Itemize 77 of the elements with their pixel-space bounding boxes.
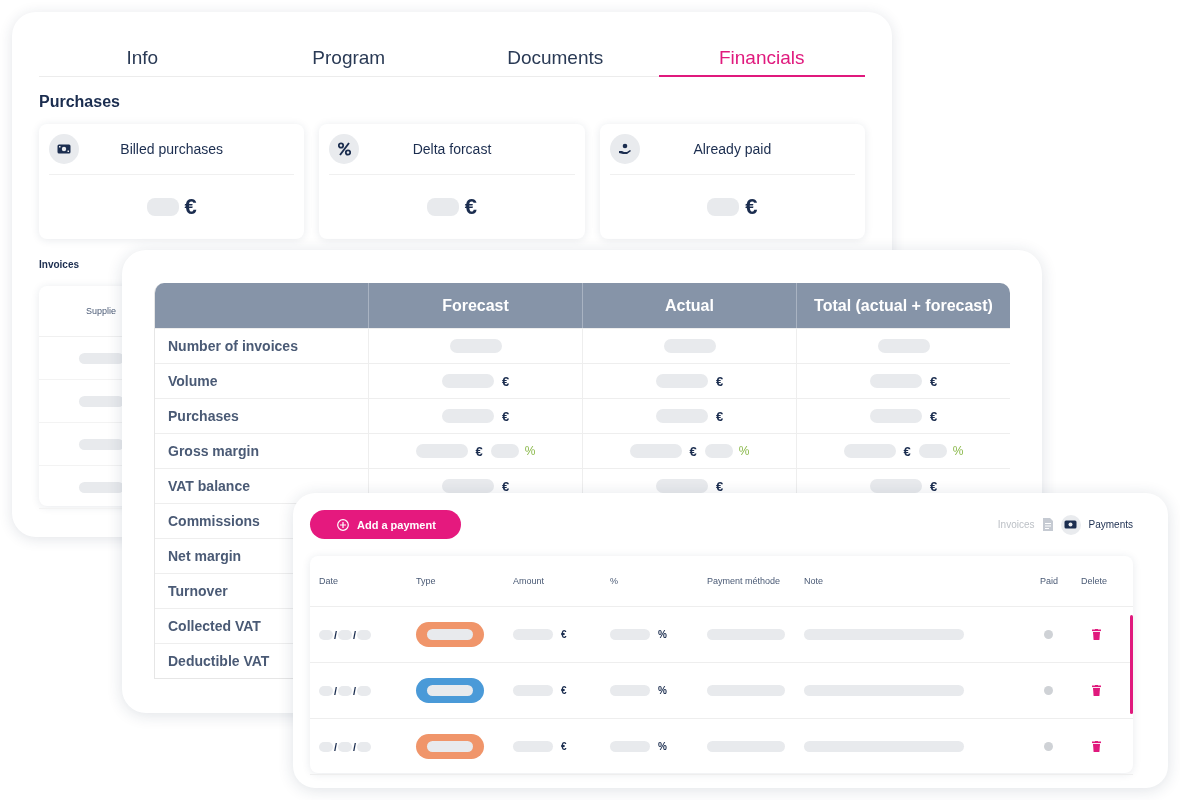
date-separator: /	[353, 740, 357, 753]
percent-sign: %	[738, 444, 750, 458]
row-label: Purchases	[155, 398, 368, 433]
trash-icon[interactable]	[1092, 741, 1101, 752]
placeholder-bar	[79, 438, 124, 450]
currency-symbol: €	[561, 629, 567, 640]
date-separator: /	[353, 628, 357, 641]
column-header: Actual	[582, 283, 796, 328]
currency-symbol: €	[184, 194, 197, 220]
currency-symbol: €	[501, 478, 510, 494]
document-icon	[1042, 518, 1053, 531]
placeholder-bar	[655, 479, 708, 493]
column-header: Forecast	[368, 283, 582, 328]
placeholder-bar	[441, 479, 494, 493]
currency-symbol: €	[689, 443, 697, 459]
stat-title: Billed purchases	[119, 141, 225, 157]
column-header: Paid	[1040, 576, 1058, 586]
placeholder-bar	[79, 395, 124, 407]
placeholder-bar	[79, 352, 124, 364]
percent-sign: %	[952, 444, 964, 458]
stat-title: Delta forcast	[411, 141, 493, 157]
scrollbar[interactable]	[1130, 615, 1133, 714]
status-dot-icon	[1044, 630, 1053, 639]
tab[interactable]: Info	[39, 42, 246, 77]
date-separator: /	[334, 628, 338, 641]
percent-sign: %	[524, 444, 536, 458]
percent-sign: %	[658, 629, 667, 640]
placeholder-bar	[79, 481, 124, 493]
stat-title: Already paid	[692, 141, 773, 157]
date-separator: /	[334, 740, 338, 753]
column-header: Payment méthode	[707, 576, 781, 586]
column-header: Delete	[1081, 576, 1107, 586]
currency-symbol: €	[715, 408, 724, 424]
banknote-icon	[1060, 514, 1081, 535]
percent-sign: %	[658, 741, 667, 752]
column-header: Date	[319, 576, 338, 586]
currency-symbol: €	[929, 478, 938, 494]
currency-symbol: €	[501, 373, 510, 389]
placeholder-bar	[869, 479, 922, 493]
row-label: Volume	[155, 363, 368, 398]
column-header: Amount	[513, 576, 545, 586]
tab[interactable]: Program	[245, 42, 452, 77]
column-header: Type	[416, 576, 436, 586]
currency-symbol: €	[501, 408, 510, 424]
status-dot-icon	[1044, 742, 1053, 751]
tab[interactable]: Documents	[452, 42, 659, 77]
hand-coin-icon	[617, 142, 632, 156]
currency-symbol: €	[929, 373, 938, 389]
currency-symbol: €	[475, 443, 483, 459]
date-separator: /	[334, 684, 338, 697]
date-separator: /	[353, 684, 357, 697]
tab[interactable]: Financials	[658, 42, 865, 77]
percent-sign: %	[658, 685, 667, 696]
column-header: %	[610, 576, 618, 586]
currency-symbol: €	[715, 478, 724, 494]
row-label: Gross margin	[155, 433, 368, 468]
trash-icon[interactable]	[1092, 629, 1101, 640]
section-title: Purchases	[39, 93, 121, 111]
column-header: Total (actual + forecast)	[796, 283, 1010, 328]
trash-icon[interactable]	[1092, 685, 1101, 696]
column-header: Note	[804, 576, 823, 586]
status-dot-icon	[1044, 686, 1053, 695]
banknote-icon	[57, 144, 71, 154]
plus-circle-icon	[337, 518, 349, 531]
percent-icon	[337, 142, 351, 156]
column-header: Supplie	[86, 306, 117, 316]
currency-symbol: €	[903, 443, 911, 459]
currency-symbol: €	[715, 373, 724, 389]
currency-symbol: €	[745, 194, 758, 220]
currency-symbol: €	[561, 685, 567, 696]
add-payment-button[interactable]: Add a payment	[310, 510, 461, 539]
currency-symbol: €	[464, 194, 478, 220]
row-label: Number of invoices	[155, 328, 368, 363]
section-title: Invoices	[39, 259, 81, 270]
currency-symbol: €	[929, 408, 938, 424]
view-link[interactable]: Payments	[1088, 519, 1133, 530]
currency-symbol: €	[561, 741, 567, 752]
